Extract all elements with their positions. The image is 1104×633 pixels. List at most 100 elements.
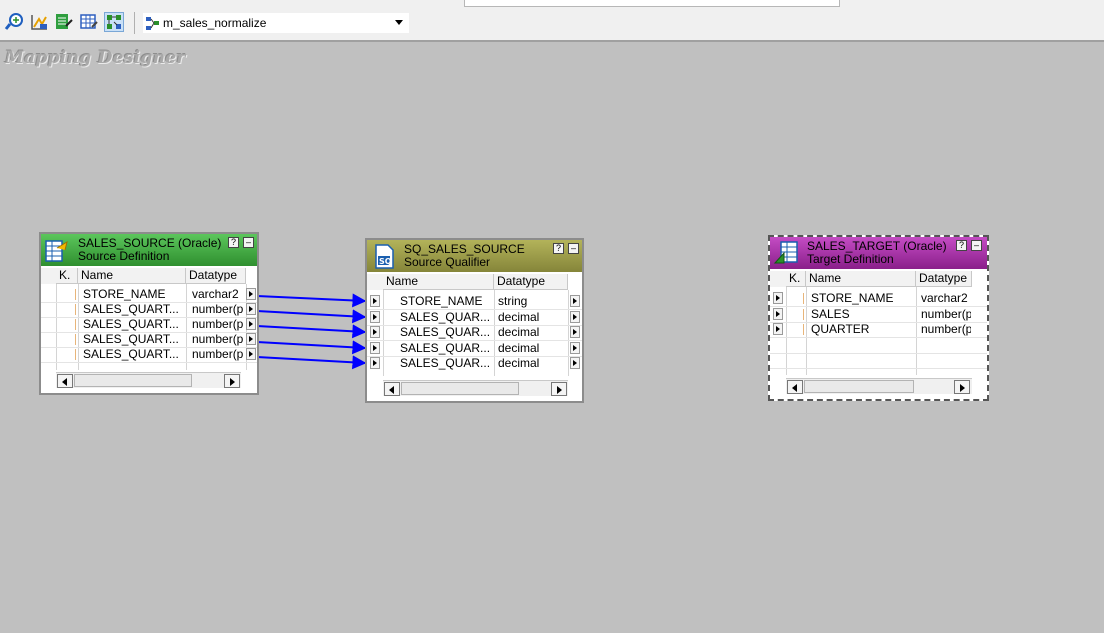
field-datatype: number(p bbox=[192, 317, 244, 331]
svg-text:SQ: SQ bbox=[379, 257, 392, 266]
row-selector-header bbox=[770, 271, 786, 287]
input-port[interactable] bbox=[370, 311, 380, 323]
horizontal-scrollbar[interactable] bbox=[383, 380, 568, 396]
row-selector-header bbox=[41, 268, 56, 284]
target-table-icon bbox=[773, 241, 798, 264]
scroll-left-icon[interactable] bbox=[787, 380, 803, 394]
input-port[interactable] bbox=[370, 295, 380, 307]
scroll-thumb[interactable] bbox=[804, 380, 914, 393]
minimize-button[interactable]: – bbox=[568, 243, 579, 254]
field-datatype: number(p bbox=[192, 332, 244, 346]
output-port[interactable] bbox=[570, 342, 580, 354]
field-name: SALES_QUART... bbox=[83, 317, 179, 331]
field-name: STORE_NAME bbox=[400, 294, 483, 308]
field-name: STORE_NAME bbox=[811, 291, 894, 305]
target-subtitle: Target Definition bbox=[807, 252, 894, 266]
output-port[interactable] bbox=[246, 318, 256, 330]
row-selector-header bbox=[367, 274, 383, 290]
output-port[interactable] bbox=[570, 357, 580, 369]
table-row[interactable]: STORE_NAME string bbox=[367, 294, 582, 309]
field-name: STORE_NAME bbox=[83, 287, 166, 301]
input-port[interactable] bbox=[370, 357, 380, 369]
field-name: SALES_QUART... bbox=[83, 302, 179, 316]
source-subtitle: Source Definition bbox=[78, 249, 170, 263]
link-sales-quarter-2[interactable] bbox=[256, 324, 367, 339]
help-button[interactable]: ? bbox=[956, 240, 967, 251]
help-button[interactable]: ? bbox=[553, 243, 564, 254]
input-port[interactable] bbox=[370, 342, 380, 354]
table-row[interactable]: STORE_NAME varchar2 bbox=[770, 291, 987, 306]
field-datatype: decimal bbox=[498, 325, 540, 339]
link-sales-quarter-1[interactable] bbox=[256, 309, 367, 324]
column-header-name: Name bbox=[78, 268, 186, 284]
column-header-key: K. bbox=[786, 271, 806, 287]
source-definition-header[interactable]: SALES_SOURCE (Oracle) Source Definition … bbox=[41, 234, 257, 266]
output-port[interactable] bbox=[246, 348, 256, 360]
table-row[interactable]: SALES_QUAR... decimal bbox=[367, 341, 582, 356]
table-row[interactable]: SALES_QUART... number(p bbox=[41, 317, 257, 332]
output-port[interactable] bbox=[246, 288, 256, 300]
field-name: SALES_QUART... bbox=[83, 347, 179, 361]
field-datatype: number(p bbox=[921, 322, 971, 336]
table-row[interactable]: SALES_QUART... number(p bbox=[41, 302, 257, 317]
table-row[interactable]: SALES_QUART... number(p bbox=[41, 347, 257, 362]
link-store-name[interactable] bbox=[256, 293, 367, 308]
column-header-datatype: Datatype bbox=[916, 271, 972, 287]
help-button[interactable]: ? bbox=[228, 237, 239, 248]
column-header-name: Name bbox=[806, 271, 916, 287]
field-datatype: decimal bbox=[498, 310, 540, 324]
column-header-name: Name bbox=[383, 274, 494, 290]
scroll-left-icon[interactable] bbox=[384, 382, 400, 396]
source-title: SALES_SOURCE (Oracle) bbox=[78, 236, 222, 250]
table-row[interactable]: SALES number(p bbox=[770, 307, 987, 322]
scroll-left-icon[interactable] bbox=[57, 374, 73, 388]
target-definition-box[interactable]: SALES_TARGET (Oracle) Target Definition … bbox=[768, 235, 989, 401]
field-datatype: decimal bbox=[498, 356, 540, 370]
table-row[interactable]: SALES_QUAR... decimal bbox=[367, 310, 582, 325]
input-port[interactable] bbox=[773, 323, 783, 335]
output-port[interactable] bbox=[570, 326, 580, 338]
field-datatype: varchar2 bbox=[921, 291, 968, 305]
table-row[interactable]: SALES_QUART... number(p bbox=[41, 332, 257, 347]
field-datatype: number(p bbox=[921, 307, 971, 321]
scroll-thumb[interactable] bbox=[401, 382, 519, 395]
field-name: SALES_QUAR... bbox=[400, 341, 491, 355]
scroll-thumb[interactable] bbox=[74, 374, 192, 387]
field-datatype: decimal bbox=[498, 341, 540, 355]
field-datatype: varchar2 bbox=[192, 287, 239, 301]
source-qualifier-header[interactable]: SQ SQ_SALES_SOURCE Source Qualifier ? – bbox=[367, 240, 582, 272]
minimize-button[interactable]: – bbox=[243, 237, 254, 248]
input-port[interactable] bbox=[370, 326, 380, 338]
horizontal-scrollbar[interactable] bbox=[786, 378, 972, 394]
field-name: SALES_QUAR... bbox=[400, 325, 491, 339]
minimize-button[interactable]: – bbox=[971, 240, 982, 251]
input-port[interactable] bbox=[773, 308, 783, 320]
output-port[interactable] bbox=[570, 311, 580, 323]
horizontal-scrollbar[interactable] bbox=[56, 372, 241, 388]
field-datatype: number(p bbox=[192, 302, 244, 316]
input-port[interactable] bbox=[773, 292, 783, 304]
source-table-icon bbox=[45, 240, 68, 262]
field-name: SALES_QUART... bbox=[83, 332, 179, 346]
scroll-right-icon[interactable] bbox=[954, 380, 970, 394]
output-port[interactable] bbox=[570, 295, 580, 307]
field-name: SALES_QUAR... bbox=[400, 356, 491, 370]
target-definition-header[interactable]: SALES_TARGET (Oracle) Target Definition … bbox=[770, 237, 987, 269]
scroll-right-icon[interactable] bbox=[551, 382, 567, 396]
output-port[interactable] bbox=[246, 333, 256, 345]
source-definition-box[interactable]: SALES_SOURCE (Oracle) Source Definition … bbox=[39, 232, 259, 395]
column-header-key: K. bbox=[56, 268, 78, 284]
output-port[interactable] bbox=[246, 303, 256, 315]
column-header-datatype: Datatype bbox=[494, 274, 568, 290]
scroll-right-icon[interactable] bbox=[224, 374, 240, 388]
link-sales-quarter-3[interactable] bbox=[256, 340, 367, 355]
field-name: SALES bbox=[811, 307, 850, 321]
source-qualifier-box[interactable]: SQ SQ_SALES_SOURCE Source Qualifier ? – … bbox=[365, 238, 584, 403]
table-row[interactable]: STORE_NAME varchar2 bbox=[41, 287, 257, 302]
table-row[interactable]: SALES_QUAR... decimal bbox=[367, 356, 582, 371]
qualifier-title: SQ_SALES_SOURCE bbox=[404, 242, 525, 256]
link-sales-quarter-4[interactable] bbox=[256, 355, 367, 370]
target-title: SALES_TARGET (Oracle) bbox=[807, 239, 947, 253]
table-row[interactable]: QUARTER number(p bbox=[770, 322, 987, 337]
table-row[interactable]: SALES_QUAR... decimal bbox=[367, 325, 582, 340]
